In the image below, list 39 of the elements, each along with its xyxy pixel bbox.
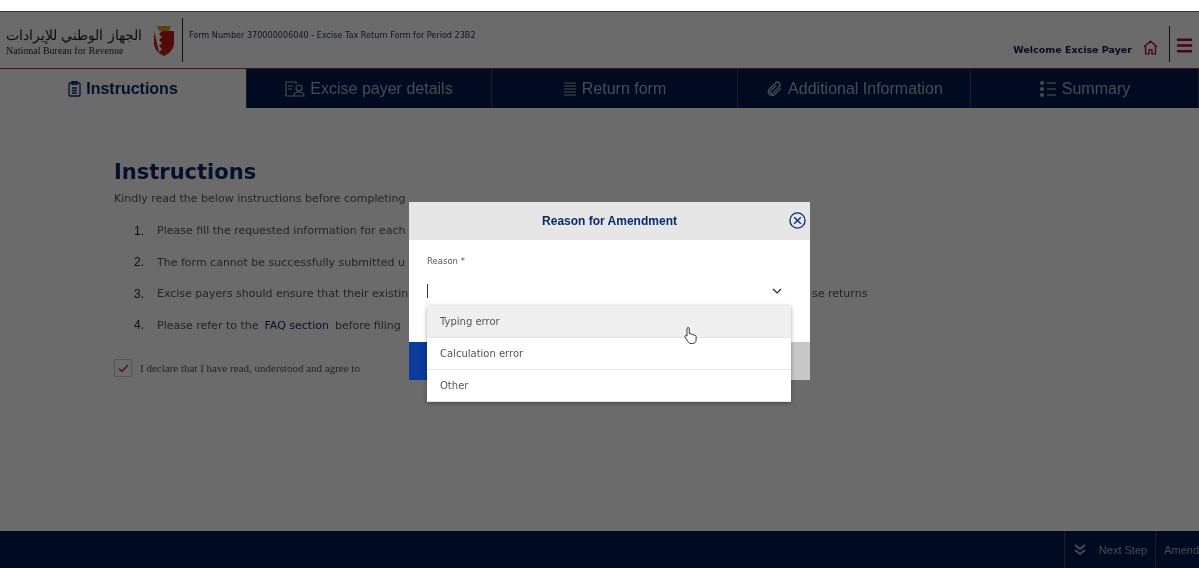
double-chevron-icon [1072,542,1087,557]
intro-text: Kindly read the below instructions before completing [114,192,407,205]
checkmark-icon [117,363,129,373]
secondary-button-edge[interactable] [791,342,810,380]
form-title: Form Number 370000006040 - Excise Tax Return Form for Period 23B2 [188,30,477,40]
item-number: 4. [133,318,145,333]
instruction-text: Excise payers should ensure that their existin [157,287,409,301]
instruction-text: The form cannot be successfully submitted u [157,255,405,269]
menu-icon[interactable] [1176,36,1193,54]
faq-link[interactable]: FAQ section [264,318,329,332]
chevron-down-icon [772,288,782,294]
dropdown-option[interactable]: Other [427,370,791,402]
instruction-text: Please fill the requested information for each [157,224,406,238]
bullet-list-icon [1038,79,1057,98]
declaration-text: I declare that I have read, understood and agree to [140,362,360,374]
logo-english-text: National Bureau for Revenue [6,44,124,56]
logo-arabic-text: الجهاز الوطني للإيرادات [6,25,142,45]
field-label: Reason * [427,256,466,266]
instruction-text: before filing [334,318,401,332]
welcome-text: Welcome Excise Payer [1013,43,1132,55]
person-card-icon [285,80,306,97]
instruction-text: se returns [812,287,868,301]
pointer-icon [684,326,698,344]
paperclip-icon [765,79,784,98]
footer-button[interactable]: Amend [1155,531,1199,568]
modal-title: Reason for Amendment [542,214,677,228]
clipboard-icon [68,80,82,97]
instruction-text: Please refer to the [157,318,259,332]
list-icon [562,81,577,96]
item-number: 1. [133,223,145,238]
declaration-checkbox[interactable] [114,359,132,377]
close-icon[interactable] [789,212,806,229]
dropdown-option[interactable]: Typing error [427,306,791,338]
item-number: 2. [133,255,145,270]
dropdown-option[interactable]: Calculation error [427,338,791,370]
page-heading: Instructions [114,160,258,184]
item-number: 3. [133,286,145,301]
step-tab[interactable]: Instructions [0,69,247,108]
home-icon[interactable] [1142,38,1159,56]
